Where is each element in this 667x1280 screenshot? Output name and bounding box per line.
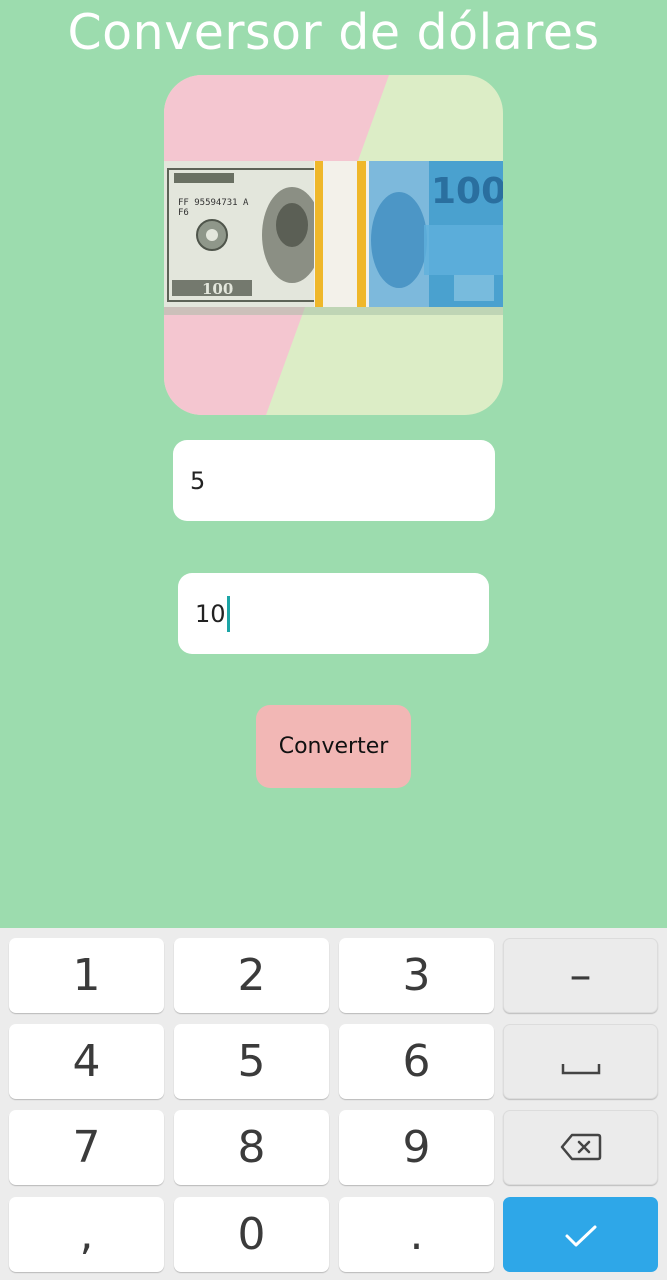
numeric-keyboard: 1 2 3 – 4 5 6 7 8 9 , 0 . [0,928,667,1280]
key-4[interactable]: 4 [9,1024,164,1099]
key-comma[interactable]: , [9,1197,164,1272]
convert-button[interactable]: Converter [256,705,411,788]
key-8[interactable]: 8 [174,1110,329,1185]
key-period[interactable]: . [339,1197,494,1272]
svg-text:FF 95594731 A: FF 95594731 A [178,198,249,208]
key-2[interactable]: 2 [174,938,329,1013]
key-1[interactable]: 1 [9,938,164,1013]
check-icon [564,1209,598,1260]
key-3[interactable]: 3 [339,938,494,1013]
key-5[interactable]: 5 [174,1024,329,1099]
space-icon [561,1036,601,1087]
rate-input[interactable]: 10 [178,573,489,654]
page-title: Conversor de dólares [67,4,600,61]
key-backspace[interactable] [503,1110,658,1185]
key-space[interactable] [503,1024,658,1099]
key-9[interactable]: 9 [339,1110,494,1185]
banknotes-image: FF 95594731 A F6 100 100 [164,75,503,415]
key-done[interactable] [503,1197,658,1272]
backspace-icon [560,1122,602,1173]
key-0[interactable]: 0 [174,1197,329,1272]
key-minus[interactable]: – [503,938,658,1013]
amount-input[interactable]: 5 [173,440,495,521]
amount-input-value: 5 [190,466,206,495]
key-7[interactable]: 7 [9,1110,164,1185]
rate-input-value: 10 [195,599,226,628]
banknote-value-text: 100 [431,171,503,212]
key-6[interactable]: 6 [339,1024,494,1099]
svg-text:F6: F6 [178,208,189,218]
svg-text:100: 100 [202,280,233,298]
text-caret [226,595,230,632]
